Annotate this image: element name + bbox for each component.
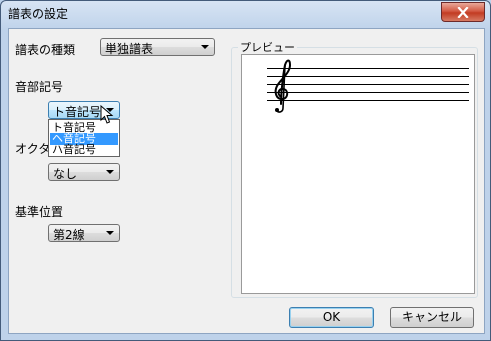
clef-value: ト音記号 — [53, 105, 102, 119]
reference-position-label: 基準位置 — [15, 205, 64, 219]
ok-button[interactable]: OK — [289, 307, 374, 328]
mouse-pointer-icon — [100, 105, 114, 124]
staff-type-label: 譜表の種類 — [15, 43, 76, 57]
preview-title: プレビュー — [238, 39, 297, 55]
close-icon — [457, 6, 469, 18]
title-bar[interactable]: 譜表の設定 — [1, 1, 490, 27]
reference-position-select[interactable]: 第2線 — [48, 224, 120, 242]
dialog-window: 譜表の設定 譜表の種類 単独譜表 音部記号 ト音記号 オクター なし 基準位置 … — [0, 0, 491, 341]
octave-value: なし — [53, 167, 78, 181]
chevron-down-icon — [106, 170, 114, 174]
close-button[interactable] — [441, 2, 485, 22]
staff-preview — [267, 59, 469, 113]
octave-select[interactable]: なし — [48, 163, 120, 181]
dialog-body: 譜表の種類 単独譜表 音部記号 ト音記号 オクター なし 基準位置 第2線 プレ… — [8, 28, 485, 334]
window-title: 譜表の設定 — [8, 7, 69, 21]
chevron-down-icon — [106, 231, 114, 235]
staff-lines — [267, 68, 469, 101]
staff-type-select[interactable]: 単独譜表 — [100, 38, 215, 56]
reference-position-value: 第2線 — [53, 228, 85, 242]
preview-pane — [241, 54, 475, 294]
staff-type-value: 単独譜表 — [105, 42, 154, 56]
chevron-down-icon — [201, 45, 209, 49]
clef-label: 音部記号 — [15, 80, 64, 94]
clef-option-alto[interactable]: ハ音記号 — [50, 144, 118, 156]
cancel-button[interactable]: キャンセル — [390, 307, 474, 328]
